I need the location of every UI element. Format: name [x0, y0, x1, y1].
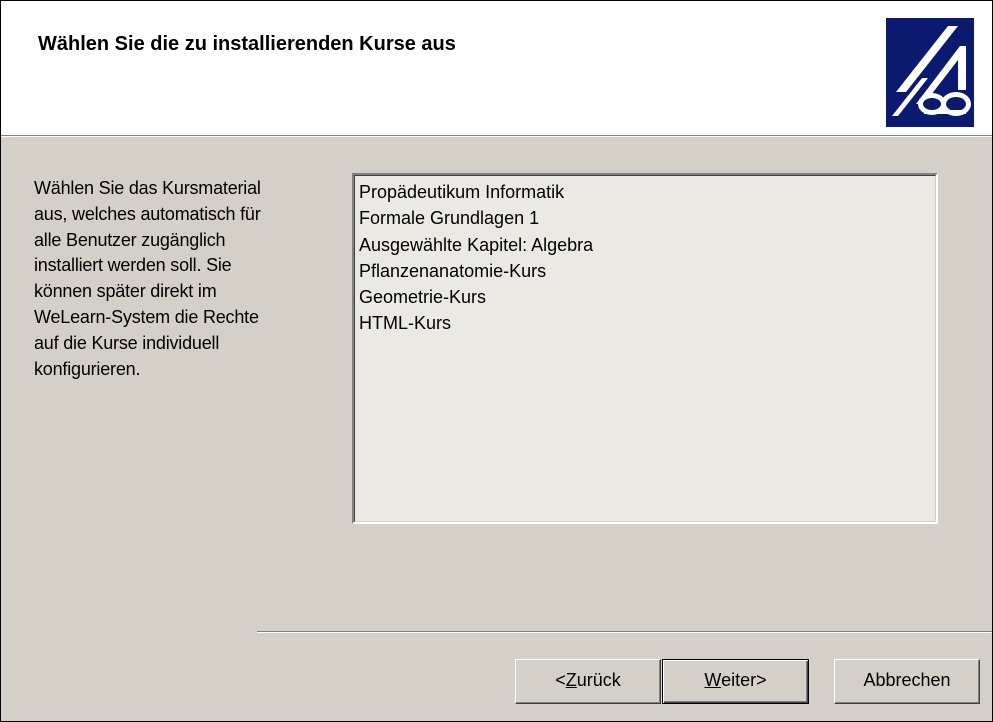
- instruction-line: WeLearn-System die Rechte: [34, 306, 259, 327]
- instruction-line: aus, welches automatisch für: [34, 203, 261, 224]
- instruction-line: auf die Kurse individuell: [34, 332, 220, 353]
- course-listbox[interactable]: Propädeutikum Informatik Formale Grundla…: [352, 173, 938, 524]
- course-list-item[interactable]: Propädeutikum Informatik: [359, 179, 935, 205]
- dialog-header: Wählen Sie die zu installierenden Kurse …: [1, 1, 992, 137]
- back-button-mnemonic: Z: [565, 670, 577, 690]
- cancel-button[interactable]: Abbrechen: [834, 659, 980, 704]
- back-button-prefix: <: [555, 670, 566, 690]
- course-list-item[interactable]: Pflanzenanatomie-Kurs: [359, 258, 935, 284]
- next-button[interactable]: Weiter>: [662, 659, 809, 704]
- instruction-line: alle Benutzer zugänglich: [34, 229, 226, 250]
- back-button-label: urück: [576, 670, 621, 690]
- back-button[interactable]: <Zurück: [515, 659, 661, 704]
- button-separator: [257, 631, 992, 633]
- instruction-line: können später direkt im: [34, 281, 217, 302]
- next-button-label: eiter>: [721, 670, 767, 690]
- page-title: Wählen Sie die zu installierenden Kurse …: [38, 33, 456, 55]
- instruction-line: konfigurieren.: [34, 358, 141, 379]
- instruction-line: installiert werden soll. Sie: [34, 255, 232, 276]
- course-list-item[interactable]: Ausgewählte Kapitel: Algebra: [359, 232, 935, 258]
- welearn-logo-icon: [886, 18, 974, 127]
- course-list-item[interactable]: Formale Grundlagen 1: [359, 205, 935, 231]
- course-list-item[interactable]: HTML-Kurs: [359, 310, 935, 336]
- instruction-text: Wählen Sie das Kursmaterial aus, welches…: [34, 176, 334, 382]
- course-list: Propädeutikum Informatik Formale Grundla…: [354, 175, 936, 522]
- instruction-line: Wählen Sie das Kursmaterial: [34, 178, 261, 198]
- course-list-item[interactable]: Geometrie-Kurs: [359, 284, 935, 310]
- next-button-mnemonic: W: [704, 670, 722, 690]
- installer-dialog: Wählen Sie die zu installierenden Kurse …: [0, 0, 993, 722]
